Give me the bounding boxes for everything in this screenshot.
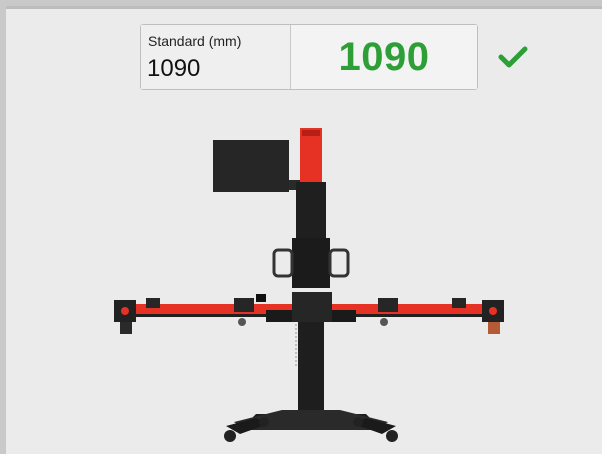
standard-value: 1090 bbox=[147, 55, 201, 82]
adas-calibration-stand-image bbox=[114, 128, 504, 442]
measured-field: 1090 bbox=[291, 25, 477, 89]
height-readout: Standard (mm) 1090 1090 bbox=[140, 24, 478, 90]
lower-column bbox=[298, 322, 324, 410]
standard-field[interactable]: Standard (mm) 1090 bbox=[141, 25, 291, 89]
checkmark-icon bbox=[498, 46, 528, 68]
calibration-panel: Standard (mm) 1090 1090 bbox=[6, 6, 602, 454]
standard-label: Standard (mm) bbox=[148, 33, 242, 49]
top-divider bbox=[6, 6, 602, 9]
measured-value: 1090 bbox=[338, 34, 430, 79]
carriage bbox=[292, 238, 330, 288]
monitor bbox=[213, 140, 289, 192]
